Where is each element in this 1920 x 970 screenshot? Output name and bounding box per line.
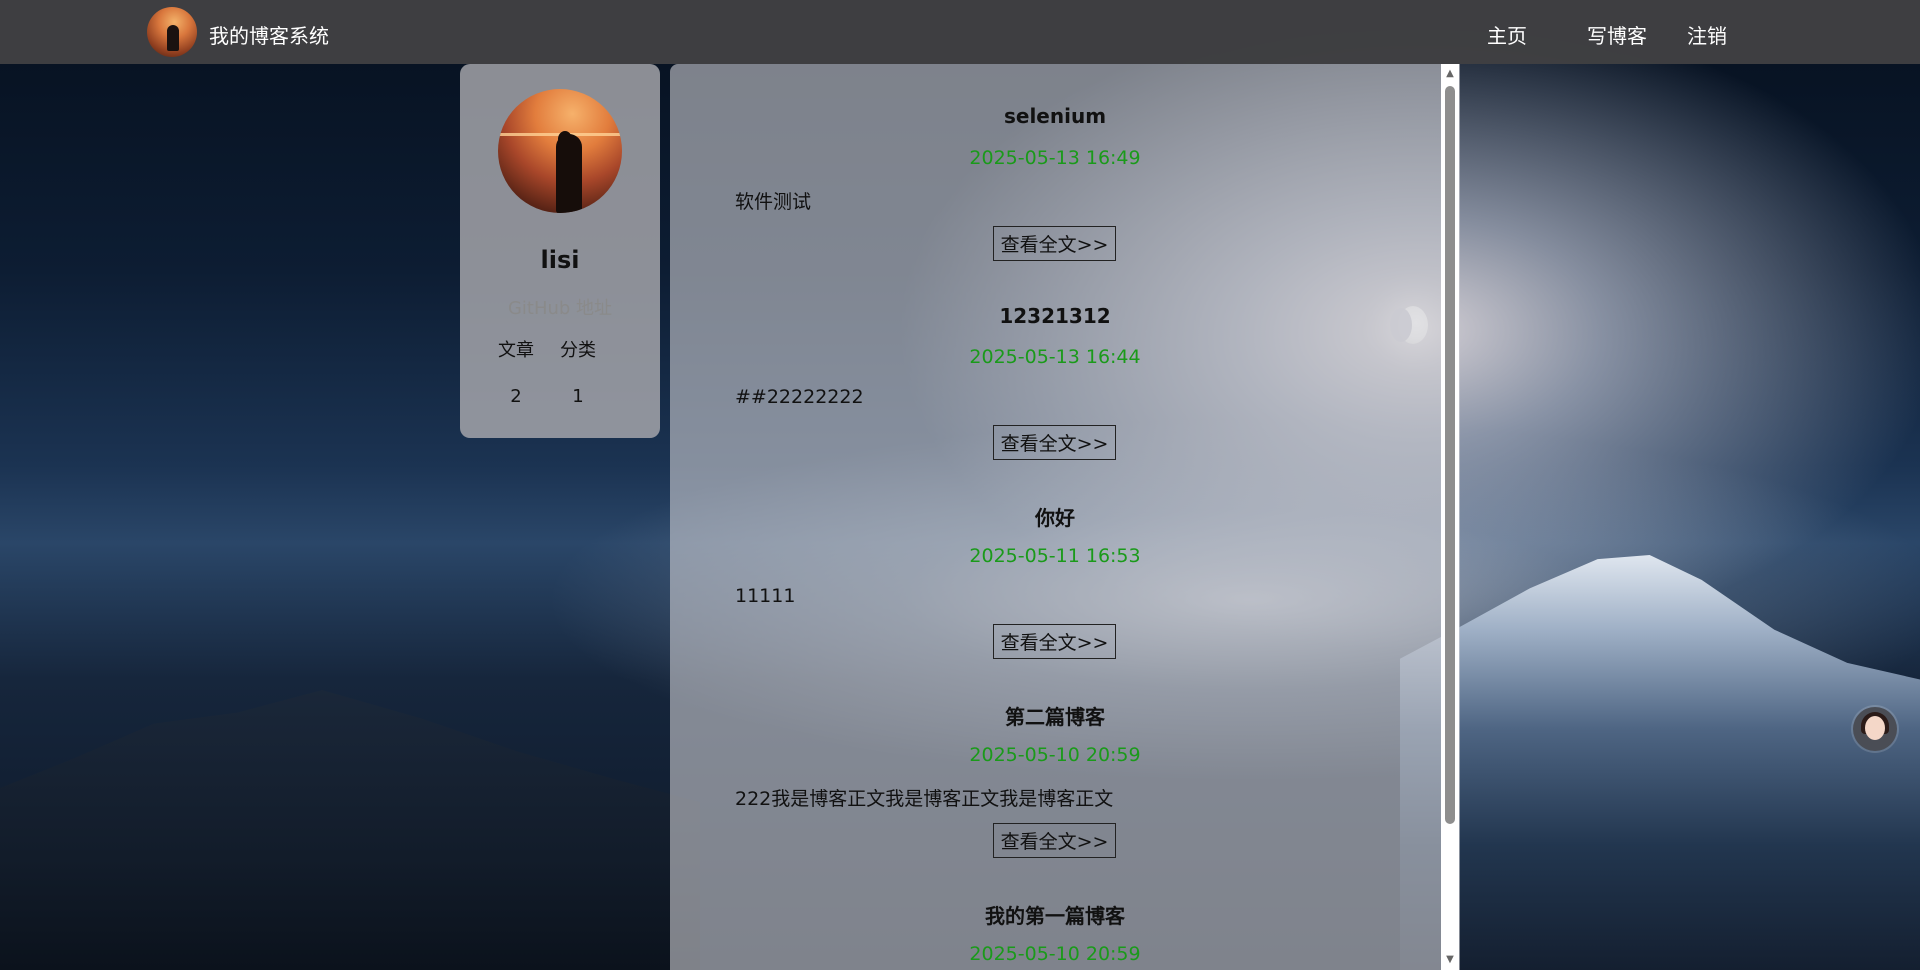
blog-date: 2025-05-13 16:49 — [969, 147, 1141, 169]
github-link[interactable]: GitHub 地址 — [460, 294, 660, 320]
blog-list-panel: selenium 2025-05-13 16:49 软件测试 查看全文>> 12… — [670, 64, 1460, 970]
scrollbar-thumb[interactable] — [1445, 86, 1455, 824]
articles-count: 2 — [510, 386, 522, 407]
read-more-button[interactable]: 查看全文>> — [993, 624, 1116, 659]
categories-count: 1 — [572, 386, 584, 407]
user-avatar — [498, 89, 622, 213]
background-mountain-left — [0, 690, 700, 970]
blog-date: 2025-05-10 20:59 — [969, 744, 1141, 766]
blog-list-scrollbar[interactable]: ▲ ▼ — [1441, 64, 1459, 970]
read-more-button[interactable]: 查看全文>> — [993, 226, 1116, 261]
scroll-down-arrow-icon[interactable]: ▼ — [1444, 954, 1456, 966]
categories-label: 分类 — [560, 340, 596, 361]
blog-summary: 222我是博客正文我是博客正文我是博客正文 — [735, 788, 1114, 810]
profile-card: lisi GitHub 地址 文章 分类 2 1 — [460, 64, 660, 438]
background-mountain-right — [1400, 555, 1920, 970]
blog-title: 你好 — [1035, 506, 1075, 530]
username: lisi — [540, 246, 580, 274]
logo-silhouette — [167, 25, 179, 51]
read-more-button[interactable]: 查看全文>> — [993, 823, 1116, 858]
site-logo[interactable] — [147, 7, 197, 57]
blog-summary: 11111 — [735, 585, 796, 607]
scroll-up-arrow-icon[interactable]: ▲ — [1444, 68, 1456, 80]
blog-title: 我的第一篇博客 — [985, 904, 1125, 928]
top-navigation-bar: 我的博客系统 主页 写博客 注销 — [0, 0, 1920, 64]
assistant-face — [1865, 716, 1885, 740]
blog-title: 第二篇博客 — [1005, 705, 1105, 729]
site-title: 我的博客系统 — [209, 24, 329, 48]
blog-summary: ##22222222 — [735, 386, 864, 408]
blog-date: 2025-05-11 16:53 — [969, 545, 1141, 567]
read-more-button[interactable]: 查看全文>> — [993, 425, 1116, 460]
blog-date: 2025-05-10 20:59 — [969, 943, 1141, 965]
blog-date: 2025-05-13 16:44 — [969, 346, 1141, 368]
articles-label: 文章 — [498, 340, 534, 361]
avatar-person — [556, 134, 582, 213]
nav-write-blog-link[interactable]: 写博客 — [1587, 20, 1647, 49]
floating-assistant-avatar[interactable] — [1853, 707, 1897, 751]
blog-title: 12321312 — [999, 304, 1111, 328]
nav-logout-link[interactable]: 注销 — [1687, 20, 1727, 49]
nav-home-link[interactable]: 主页 — [1487, 20, 1527, 49]
blog-summary: 软件测试 — [735, 191, 812, 213]
blog-title: selenium — [1003, 104, 1107, 128]
